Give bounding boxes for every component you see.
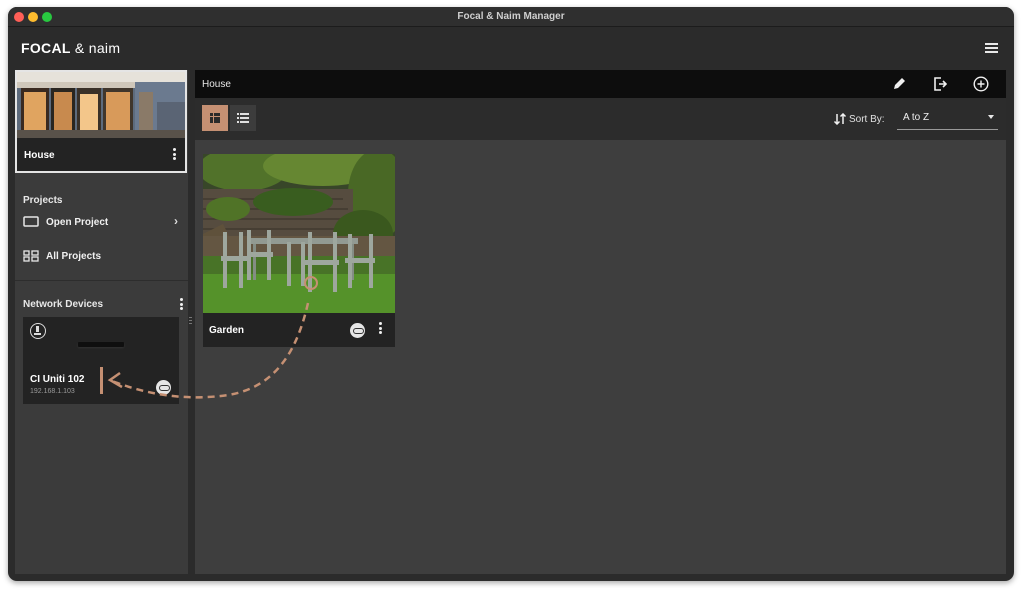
pencil-icon[interactable] — [891, 76, 907, 92]
network-device-card[interactable]: CI Uniti 102 192.168.1.103 — [23, 317, 179, 404]
all-projects-label: All Projects — [46, 250, 102, 262]
sidebar: House Projects Open Project › All Projec… — [15, 70, 188, 574]
link-icon[interactable] — [350, 323, 365, 338]
download-icon[interactable] — [30, 323, 46, 339]
device-name: CI Uniti 102 — [30, 374, 85, 385]
list-view-button[interactable] — [230, 105, 256, 131]
all-projects-icon — [23, 250, 39, 262]
current-project-name: House — [24, 150, 55, 161]
brand-naim: & naim — [70, 40, 121, 56]
add-circle-icon[interactable] — [973, 76, 989, 92]
sort-by-label: Sort By: — [833, 113, 885, 125]
brand-logo: FOCAL & naim — [21, 40, 120, 56]
open-project-item[interactable]: Open Project › — [23, 214, 178, 230]
window-title: Focal & Naim Manager — [457, 11, 565, 22]
sidebar-resize-handle[interactable] — [189, 317, 192, 331]
app-window: Focal & Naim Manager FOCAL & naim House … — [8, 7, 1014, 581]
chevron-down-icon — [988, 115, 994, 119]
main-panel: House Sort By: A to Z Garden — [195, 70, 1006, 574]
brand-focal: FOCAL — [21, 40, 71, 56]
sort-select[interactable]: A to Z — [897, 104, 998, 130]
sort-by-text: Sort By: — [849, 113, 885, 125]
more-vertical-icon[interactable] — [173, 148, 176, 162]
house-photo — [17, 72, 185, 138]
device-ip: 192.168.1.103 — [30, 388, 75, 395]
open-project-label: Open Project — [46, 216, 109, 228]
menu-icon[interactable] — [985, 43, 998, 53]
sort-icon — [833, 113, 847, 125]
all-projects-item[interactable]: All Projects — [23, 248, 178, 264]
grid-view-button[interactable] — [202, 105, 228, 131]
projects-heading: Projects — [23, 195, 63, 206]
page-title: House — [202, 79, 231, 90]
main-header-bar: House — [195, 70, 1006, 98]
title-bar: Focal & Naim Manager — [8, 7, 1014, 27]
exit-icon[interactable] — [932, 76, 948, 92]
more-vertical-icon[interactable] — [180, 298, 183, 312]
drop-indicator — [100, 367, 103, 394]
room-card-garden[interactable]: Garden — [203, 154, 395, 347]
divider — [15, 280, 188, 281]
more-vertical-icon[interactable] — [379, 322, 382, 336]
device-image — [78, 342, 124, 347]
link-icon[interactable] — [156, 380, 171, 395]
sort-value: A to Z — [903, 112, 930, 123]
chevron-right-icon: › — [174, 214, 178, 228]
view-toolbar: Sort By: A to Z — [195, 98, 1006, 140]
app-header: FOCAL & naim — [8, 27, 1014, 69]
network-devices-heading: Network Devices — [23, 299, 104, 310]
monitor-icon — [23, 216, 39, 228]
grid-view-icon — [210, 113, 220, 123]
current-project-card[interactable]: House — [15, 70, 187, 173]
room-name: Garden — [209, 325, 245, 336]
garden-photo — [203, 154, 395, 313]
list-view-icon — [237, 113, 249, 123]
